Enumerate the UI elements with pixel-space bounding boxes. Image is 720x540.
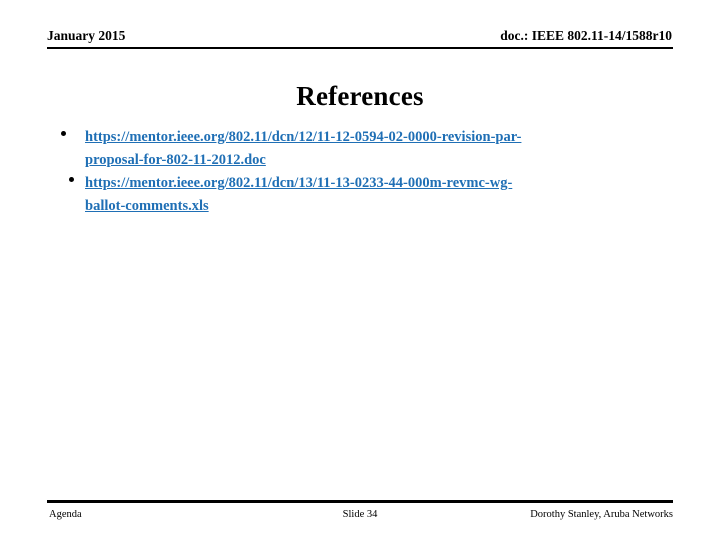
reference-link-2[interactable]: https://mentor.ieee.org/802.11/dcn/13/11… — [85, 172, 692, 217]
header-date: January 2015 — [47, 28, 126, 43]
list-item: https://mentor.ieee.org/802.11/dcn/13/11… — [47, 172, 692, 217]
bullet-dot-icon — [69, 177, 74, 182]
reference-link-1[interactable]: https://mentor.ieee.org/802.11/dcn/12/11… — [85, 126, 692, 171]
bullet-dot-icon — [61, 131, 66, 136]
reference-link-2-line-2: ballot-comments.xls — [85, 197, 209, 214]
reference-link-1-line-2: proposal-for-802-11-2012.doc — [85, 151, 266, 168]
list-item: https://mentor.ieee.org/802.11/dcn/12/11… — [47, 126, 692, 171]
header-divider — [47, 47, 673, 49]
reference-link-2-line-1: https://mentor.ieee.org/802.11/dcn/13/11… — [85, 175, 513, 191]
header-row: January 2015 doc.: IEEE 802.11-14/1588r1… — [47, 28, 673, 46]
reference-link-1-line-1: https://mentor.ieee.org/802.11/dcn/12/11… — [85, 129, 522, 145]
footer-divider — [47, 500, 673, 503]
bullet-list: https://mentor.ieee.org/802.11/dcn/12/11… — [47, 126, 692, 218]
page-title: References — [296, 81, 424, 111]
footer-row: Agenda Slide 34 Dorothy Stanley, Aruba N… — [47, 508, 673, 522]
footer-author: Dorothy Stanley, Aruba Networks — [530, 509, 673, 520]
header-document-id: doc.: IEEE 802.11-14/1588r10 — [500, 28, 672, 43]
slide-header: January 2015 doc.: IEEE 802.11-14/1588r1… — [47, 28, 673, 50]
slide-canvas: January 2015 doc.: IEEE 802.11-14/1588r1… — [0, 0, 720, 540]
